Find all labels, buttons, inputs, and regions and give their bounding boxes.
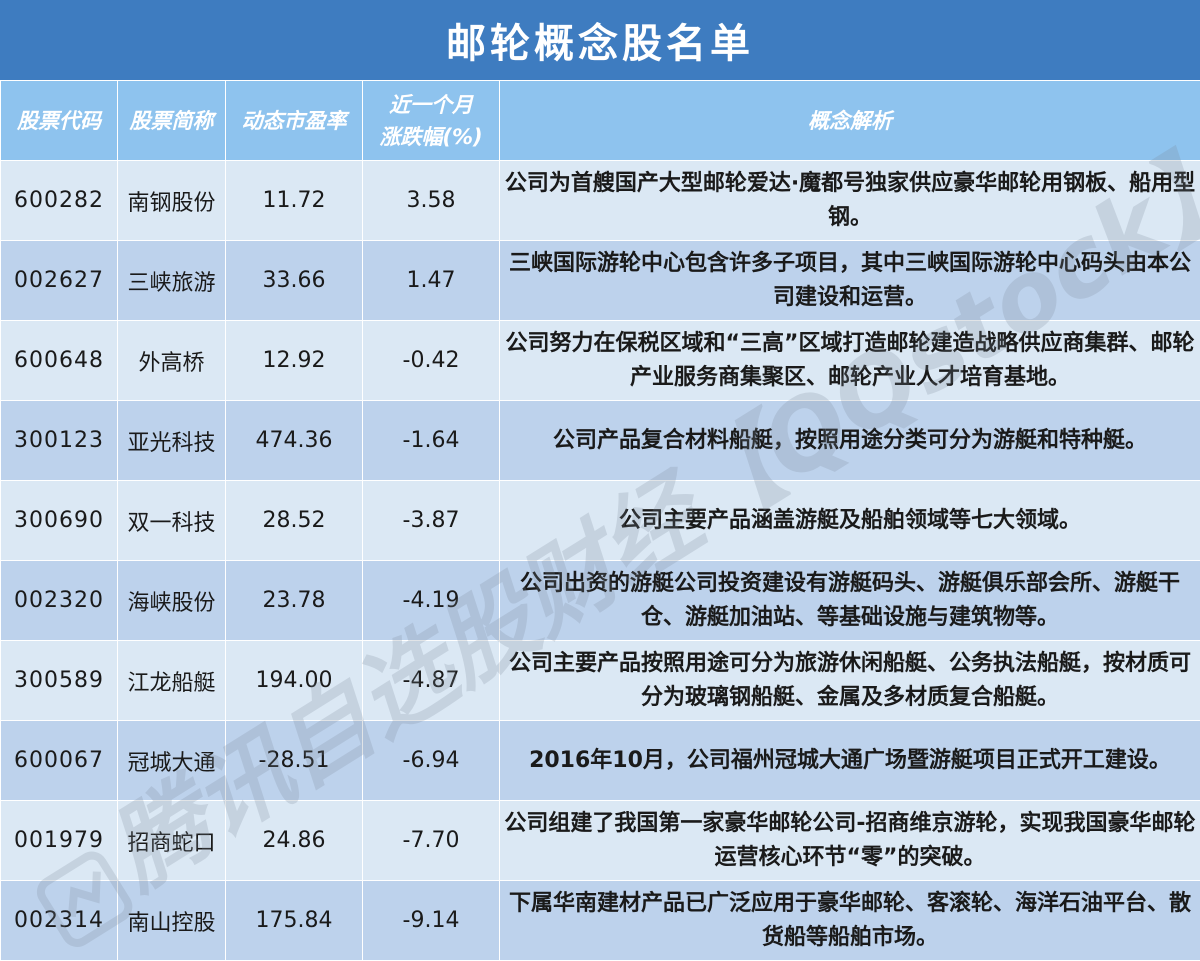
table-row: 002627 三峡旅游 33.66 1.47 三峡国际游轮中心包含许多子项目，其中三峡国… — [0, 240, 1200, 321]
stock-name-cell: 南山控股 — [117, 880, 226, 961]
stock-name-cell: 外高桥 — [117, 320, 226, 401]
table-row: 600282 南钢股份 11.72 3.58 公司为首艘国产大型邮轮爱达·魔都号独家供应… — [0, 160, 1200, 241]
stock-code-cell: 002320 — [0, 560, 118, 641]
month-change-cell: -6.94 — [362, 720, 500, 801]
col-header-change-line2: 涨跌幅(%) — [379, 124, 483, 149]
month-change-cell: 3.58 — [362, 160, 500, 241]
concept-desc-cell: 公司产品复合材料船艇，按照用途分类可分为游艇和特种艇。 — [499, 400, 1200, 481]
month-change-cell: -3.87 — [362, 480, 500, 561]
concept-desc-cell: 公司努力在保税区域和“三高”区域打造邮轮建造战略供应商集群、邮轮产业服务商集聚区… — [499, 320, 1200, 401]
col-header-desc: 概念解析 — [499, 80, 1200, 161]
pe-ratio-cell: 11.72 — [225, 160, 363, 241]
month-change-cell: 1.47 — [362, 240, 500, 321]
stock-code-cell: 600648 — [0, 320, 118, 401]
stock-name-cell: 冠城大通 — [117, 720, 226, 801]
stock-code-cell: 001979 — [0, 800, 118, 881]
pe-ratio-cell: 12.92 — [225, 320, 363, 401]
stock-table: 股票代码 股票简称 动态市盈率 近一个月 涨跌幅(%) 概念解析 600282 南… — [0, 80, 1200, 961]
pe-ratio-cell: 24.86 — [225, 800, 363, 881]
stock-name-cell: 海峡股份 — [117, 560, 226, 641]
col-header-code: 股票代码 — [0, 80, 118, 161]
stock-name-cell: 江龙船艇 — [117, 640, 226, 721]
stock-code-cell: 300123 — [0, 400, 118, 481]
concept-desc-cell: 三峡国际游轮中心包含许多子项目，其中三峡国际游轮中心码头由本公司建设和运营。 — [499, 240, 1200, 321]
month-change-cell: -4.19 — [362, 560, 500, 641]
pe-ratio-cell: 23.78 — [225, 560, 363, 641]
month-change-cell: -9.14 — [362, 880, 500, 961]
pe-ratio-cell: 175.84 — [225, 880, 363, 961]
concept-desc-cell: 2016年10月，公司福州冠城大通广场暨游艇项目正式开工建设。 — [499, 720, 1200, 801]
header-row: 股票代码 股票简称 动态市盈率 近一个月 涨跌幅(%) 概念解析 — [0, 80, 1200, 161]
page-title: 邮轮概念股名单 — [0, 0, 1200, 80]
month-change-cell: -4.87 — [362, 640, 500, 721]
table-row: 600648 外高桥 12.92 -0.42 公司努力在保税区域和“三高”区域打造邮轮建… — [0, 320, 1200, 401]
col-header-name: 股票简称 — [117, 80, 226, 161]
concept-desc-cell: 公司出资的游艇公司投资建设有游艇码头、游艇俱乐部会所、游艇干仓、游艇加油站、等基… — [499, 560, 1200, 641]
stock-code-cell: 300589 — [0, 640, 118, 721]
concept-desc-cell: 公司组建了我国第一家豪华邮轮公司-招商维京游轮，实现我国豪华邮轮运营核心环节“零… — [499, 800, 1200, 881]
concept-desc-cell: 公司为首艘国产大型邮轮爱达·魔都号独家供应豪华邮轮用钢板、船用型钢。 — [499, 160, 1200, 241]
table-row: 300589 江龙船艇 194.00 -4.87 公司主要产品按照用途可分为旅游休闲船艇… — [0, 640, 1200, 721]
col-header-change-line1: 近一个月 — [389, 92, 473, 117]
pe-ratio-cell: 33.66 — [225, 240, 363, 321]
pe-ratio-cell: 28.52 — [225, 480, 363, 561]
table-row: 001979 招商蛇口 24.86 -7.70 公司组建了我国第一家豪华邮轮公司-招商维… — [0, 800, 1200, 881]
table-row: 002320 海峡股份 23.78 -4.19 公司出资的游艇公司投资建设有游艇码头、游… — [0, 560, 1200, 641]
table-row: 600067 冠城大通 -28.51 -6.94 2016年10月，公司福州冠城大通广场… — [0, 720, 1200, 801]
stock-name-cell: 南钢股份 — [117, 160, 226, 241]
concept-desc-cell: 公司主要产品涵盖游艇及船舶领域等七大领域。 — [499, 480, 1200, 561]
concept-desc-cell: 下属华南建材产品已广泛应用于豪华邮轮、客滚轮、海洋石油平台、散货船等船舶市场。 — [499, 880, 1200, 961]
month-change-cell: -0.42 — [362, 320, 500, 401]
pe-ratio-cell: -28.51 — [225, 720, 363, 801]
stock-name-cell: 招商蛇口 — [117, 800, 226, 881]
pe-ratio-cell: 194.00 — [225, 640, 363, 721]
month-change-cell: -7.70 — [362, 800, 500, 881]
stock-code-cell: 600282 — [0, 160, 118, 241]
month-change-cell: -1.64 — [362, 400, 500, 481]
col-header-pe: 动态市盈率 — [225, 80, 363, 161]
stock-code-cell: 300690 — [0, 480, 118, 561]
table-row: 300690 双一科技 28.52 -3.87 公司主要产品涵盖游艇及船舶领域等七大领域… — [0, 480, 1200, 561]
table-row: 300123 亚光科技 474.36 -1.64 公司产品复合材料船艇，按照用途分类可分… — [0, 400, 1200, 481]
stock-code-cell: 600067 — [0, 720, 118, 801]
stock-code-cell: 002627 — [0, 240, 118, 321]
col-header-change: 近一个月 涨跌幅(%) — [362, 80, 500, 161]
stock-name-cell: 亚光科技 — [117, 400, 226, 481]
stock-code-cell: 002314 — [0, 880, 118, 961]
table-row: 002314 南山控股 175.84 -9.14 下属华南建材产品已广泛应用于豪华邮轮、… — [0, 880, 1200, 961]
concept-desc-cell: 公司主要产品按照用途可分为旅游休闲船艇、公务执法船艇，按材质可分为玻璃钢船艇、金… — [499, 640, 1200, 721]
pe-ratio-cell: 474.36 — [225, 400, 363, 481]
stock-name-cell: 双一科技 — [117, 480, 226, 561]
stock-name-cell: 三峡旅游 — [117, 240, 226, 321]
